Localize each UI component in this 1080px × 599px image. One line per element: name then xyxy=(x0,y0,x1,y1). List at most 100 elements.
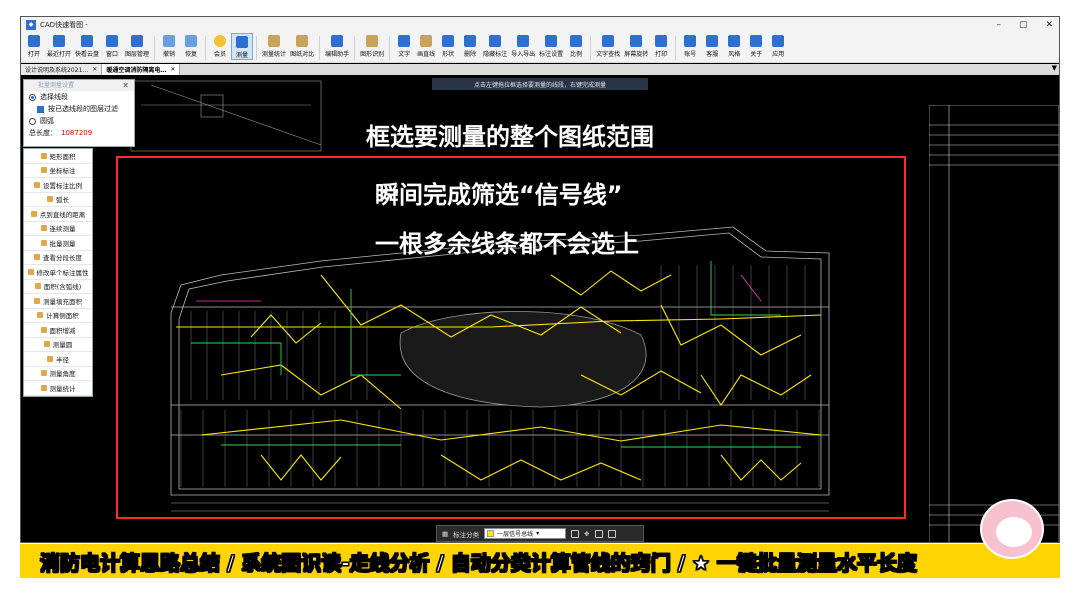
command-item[interactable]: 测量填充面积 xyxy=(24,294,92,309)
option-layer-filter[interactable]: 按已选线段的图层过滤 xyxy=(24,103,134,115)
toolbar-button-compare[interactable]: 图纸对比 xyxy=(288,33,316,58)
print-icon xyxy=(655,35,668,47)
command-item[interactable]: 设置标注比例 xyxy=(24,178,92,193)
toolbar-button-shape[interactable]: 形状 xyxy=(437,33,459,58)
command-item[interactable]: 面积增减 xyxy=(24,323,92,338)
minimize-button[interactable]: – xyxy=(996,17,1001,33)
toolbar-button-redo[interactable]: 恢复 xyxy=(180,33,202,58)
toolbar-button-hide[interactable]: 隐藏标注 xyxy=(481,33,509,58)
paste-icon[interactable] xyxy=(607,529,616,538)
command-icon xyxy=(43,341,50,348)
tab-hvac-fire-drawing[interactable]: 暖通空调消防隔离电… ✕ xyxy=(102,64,181,75)
hint-text: 点击左键拖拉框选择要测量的线段，右键完成测量 xyxy=(473,81,606,89)
toolbar-button-measure-stats[interactable]: 测量统计 xyxy=(260,33,288,58)
toolbar-button-layers[interactable]: 图层管理 xyxy=(123,33,151,58)
toolbar-button-apps[interactable]: 应用 xyxy=(767,33,789,58)
command-icon xyxy=(40,152,47,159)
tab-close-icon[interactable]: ✕ xyxy=(92,66,97,73)
maximize-button[interactable]: ▢ xyxy=(1019,17,1028,33)
command-icon xyxy=(47,355,53,362)
toolbar-button-measure[interactable]: 测量 xyxy=(231,33,254,60)
toolbar-button-edit-assistant[interactable]: 编辑助手 xyxy=(323,33,351,58)
toolbar-button-text-search[interactable]: 文字查找 xyxy=(594,33,622,58)
toolbar-button-account[interactable]: 账号 xyxy=(679,33,701,58)
command-label: 测量统计 xyxy=(49,384,76,393)
panel-close-icon[interactable]: ✕ xyxy=(122,80,129,91)
toolbar-button-headset[interactable]: 客服 xyxy=(701,33,723,58)
checkbox-checked-icon[interactable] xyxy=(37,105,44,113)
toolbar-separator xyxy=(205,36,207,60)
toolbar-button-scale[interactable]: 比例 xyxy=(565,33,587,58)
toolbar-button-rotate-screen[interactable]: 屏幕旋转 xyxy=(622,33,650,58)
line-icon xyxy=(420,35,433,47)
layer-select[interactable]: 一层信号总线 ▾ xyxy=(484,528,567,539)
command-item[interactable]: 查看分段长度 xyxy=(24,251,92,265)
toolbar-button-print[interactable]: 打印 xyxy=(650,33,672,58)
command-item[interactable]: 修改单个标注属性 xyxy=(24,265,92,280)
edit-icon[interactable] xyxy=(571,529,580,538)
batch-measure-panel: 批量测量设置 ✕ 选择线段 按已选线段的图层过滤 圆弧 总长度： 1087209 xyxy=(23,79,135,147)
close-button[interactable]: ✕ xyxy=(1045,17,1053,33)
toolbar-button-window[interactable]: 窗口 xyxy=(101,33,123,58)
toolbar-label: 文字查找 xyxy=(596,51,621,58)
toolbar-label: 隐藏标注 xyxy=(483,51,508,58)
command-item[interactable]: 测量角度 xyxy=(24,367,92,381)
hide-icon xyxy=(489,35,502,47)
toolbar-button-line[interactable]: 画直线 xyxy=(415,33,437,58)
toolbar-label: 最近打开 xyxy=(47,51,72,58)
command-icon xyxy=(40,167,47,174)
command-item[interactable]: 面积(含弧线) xyxy=(24,280,92,294)
toolbar-button-vip[interactable]: 会员 xyxy=(209,33,231,58)
command-item[interactable]: 弧长 xyxy=(24,193,92,207)
panel-header: 批量测量设置 ✕ xyxy=(24,80,134,91)
toolbar-label: 屏幕旋转 xyxy=(624,51,649,58)
tab-close-icon[interactable]: ✕ xyxy=(170,66,175,73)
toolbar-button-text[interactable]: 文字 xyxy=(393,33,415,58)
toolbar-label: 导入导出 xyxy=(511,51,536,58)
radio-empty-icon[interactable] xyxy=(29,117,36,125)
radio-selected-icon[interactable] xyxy=(29,93,36,101)
command-item[interactable]: 连续测量 xyxy=(24,222,92,236)
option-arc[interactable]: 圆弧 xyxy=(24,115,134,127)
toolbar-button-cloud[interactable]: 快看云盘 xyxy=(73,33,101,58)
command-item[interactable]: 坐标标注 xyxy=(24,164,92,178)
command-item[interactable]: 测量圆 xyxy=(24,338,92,352)
rotate-screen-icon xyxy=(630,35,643,47)
import-export-icon xyxy=(517,35,530,47)
grid-icon[interactable]: ▦ xyxy=(442,530,448,538)
toolbar-button-undo[interactable]: 撤销 xyxy=(158,33,180,58)
option-select-lines[interactable]: 选择线段 xyxy=(24,91,134,103)
toolbar-label: 风格 xyxy=(728,51,741,58)
command-item[interactable]: 测量统计 xyxy=(24,381,92,396)
toolbar-label: 标注设置 xyxy=(539,51,564,58)
command-item[interactable]: 计算侧面积 xyxy=(24,309,92,323)
toolbar-button-erase[interactable]: 删除 xyxy=(459,33,481,58)
title-bar: ◆ CAD快速看图 - – ▢ ✕ xyxy=(21,17,1059,33)
toolbar-label: 快看云盘 xyxy=(75,51,100,58)
tab-design-notes[interactable]: 设计说明及系统2021… ✕ xyxy=(21,64,103,75)
command-item[interactable]: 批量测量 xyxy=(24,236,92,251)
toolbar-label: 打开 xyxy=(27,51,40,58)
command-label: 测量圆 xyxy=(52,341,73,350)
title-block xyxy=(928,104,1059,542)
command-item[interactable]: 矩形面积 xyxy=(24,149,92,164)
command-item[interactable]: 点到直线的距离 xyxy=(24,207,92,222)
tab-menu-arrow-icon[interactable]: ▼ xyxy=(1052,64,1057,72)
option-label: 按已选线段的图层过滤 xyxy=(48,105,118,113)
toolbar-button-info[interactable]: 关于 xyxy=(745,33,767,58)
toolbar-button-history[interactable]: 最近打开 xyxy=(45,33,73,58)
copy-icon[interactable] xyxy=(594,529,603,538)
command-label: 修改单个标注属性 xyxy=(36,268,89,277)
measure-stats-icon xyxy=(268,35,281,47)
toolbar-label: 画直线 xyxy=(417,51,436,58)
toolbar-button-annotation-settings[interactable]: 标注设置 xyxy=(537,33,565,58)
toolbar-button-shape-recognize[interactable]: 图形识别 xyxy=(358,33,386,58)
text-icon xyxy=(398,35,411,47)
toolbar-button-import-export[interactable]: 导入导出 xyxy=(509,33,537,58)
total-length-row: 总长度： 1087209 xyxy=(24,127,134,139)
toolbar-button-style[interactable]: 风格 xyxy=(723,33,745,58)
toolbar-button-folder-open[interactable]: 打开 xyxy=(23,33,45,58)
command-item[interactable]: 半径 xyxy=(24,352,92,367)
move-icon[interactable]: ✥ xyxy=(584,530,589,538)
command-icon xyxy=(34,181,40,188)
